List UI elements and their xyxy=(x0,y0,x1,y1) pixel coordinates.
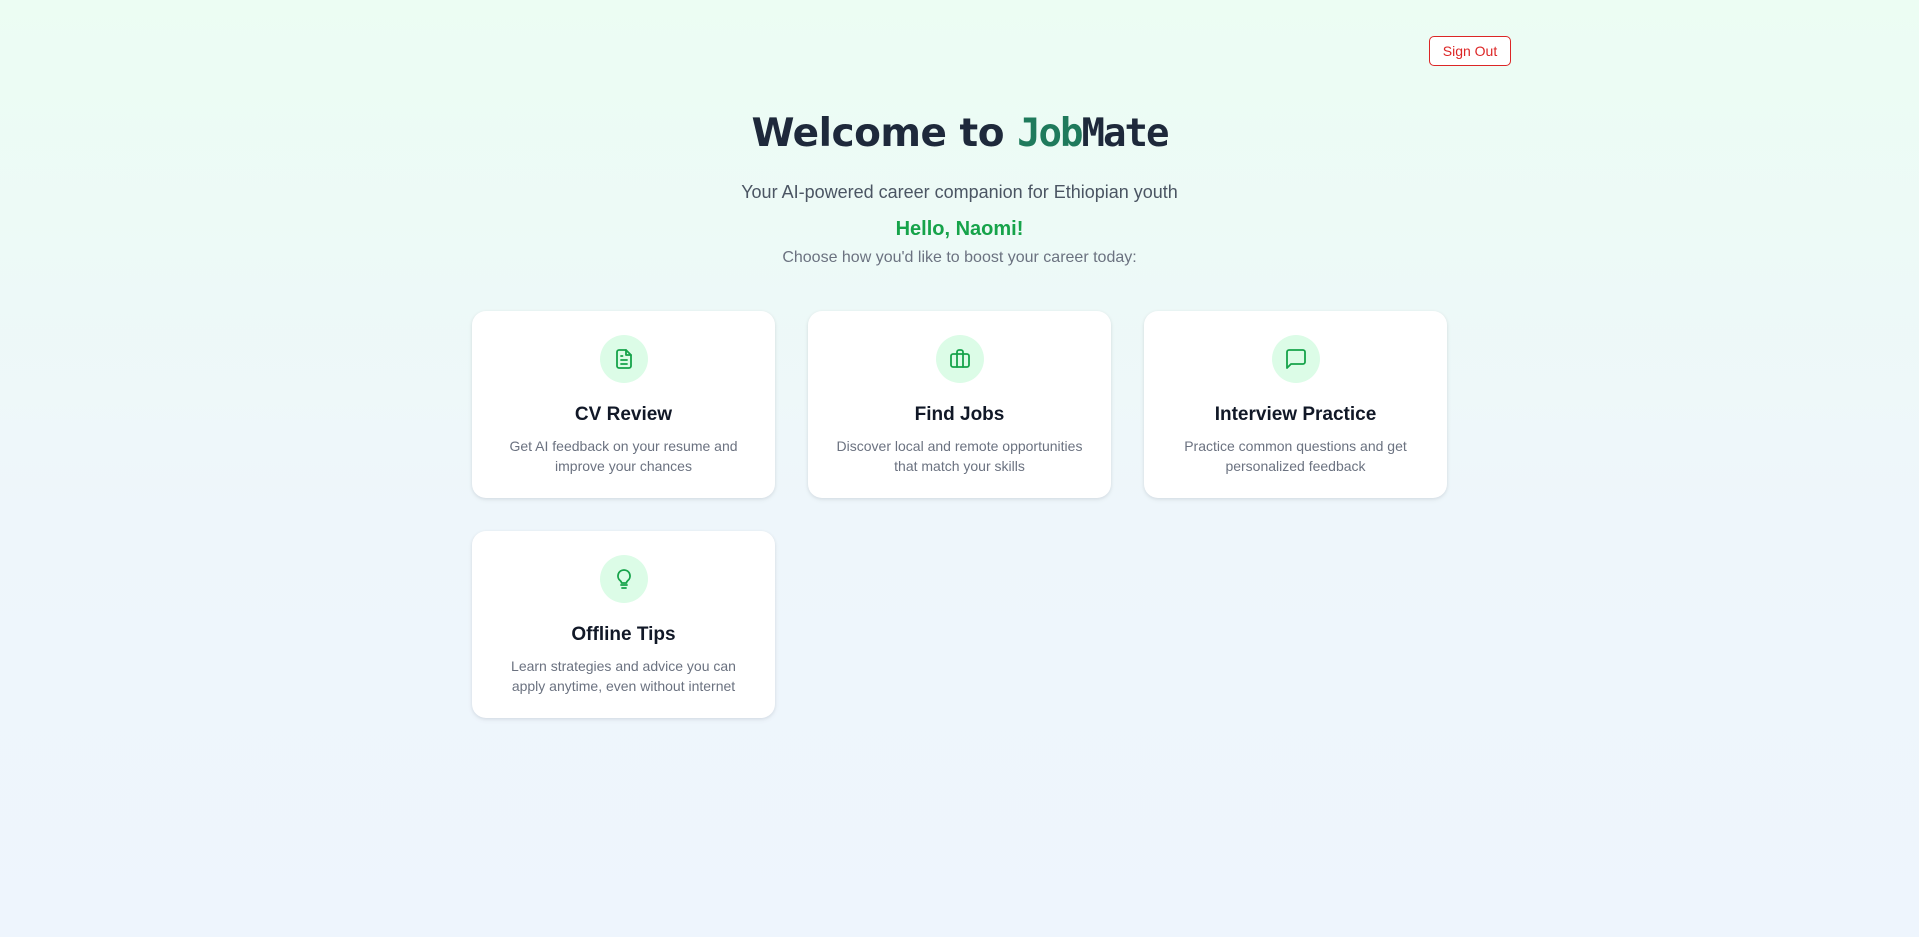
page-title: Welcome to JobMate xyxy=(0,106,1919,162)
card-description: Practice common questions and get person… xyxy=(1184,438,1407,474)
sign-out-button[interactable]: Sign Out xyxy=(1429,36,1511,66)
brand-name-job: Job xyxy=(1017,111,1083,156)
brand-name-mate: Mate xyxy=(1081,111,1170,156)
card-title: Find Jobs xyxy=(914,404,1005,425)
card-find-jobs[interactable]: Find Jobs Discover local and remote oppo… xyxy=(808,311,1111,498)
card-title: CV Review xyxy=(574,404,673,425)
briefcase-icon xyxy=(936,335,984,383)
card-cv-review[interactable]: CV Review Get AI feedback on your resume… xyxy=(472,311,775,498)
choose-prompt: Choose how you'd like to boost your care… xyxy=(782,249,1137,266)
card-description: Discover local and remote opportunities … xyxy=(836,438,1083,474)
document-icon xyxy=(600,335,648,383)
card-offline-tips[interactable]: Offline Tips Learn strategies and advice… xyxy=(472,531,775,718)
card-title: Offline Tips xyxy=(571,624,676,645)
card-interview-practice[interactable]: Interview Practice Practice common quest… xyxy=(1144,311,1447,498)
card-description: Learn strategies and advice you can appl… xyxy=(511,658,736,694)
card-title: Interview Practice xyxy=(1214,404,1377,425)
card-description: Get AI feedback on your resume and impro… xyxy=(509,438,738,474)
title-prefix: Welcome to xyxy=(751,111,1018,156)
chat-bubble-icon xyxy=(1272,335,1320,383)
lightbulb-icon xyxy=(600,555,648,603)
user-greeting: Hello, Naomi! xyxy=(895,218,1024,240)
page-subtitle: Your AI-powered career companion for Eth… xyxy=(741,182,1178,202)
